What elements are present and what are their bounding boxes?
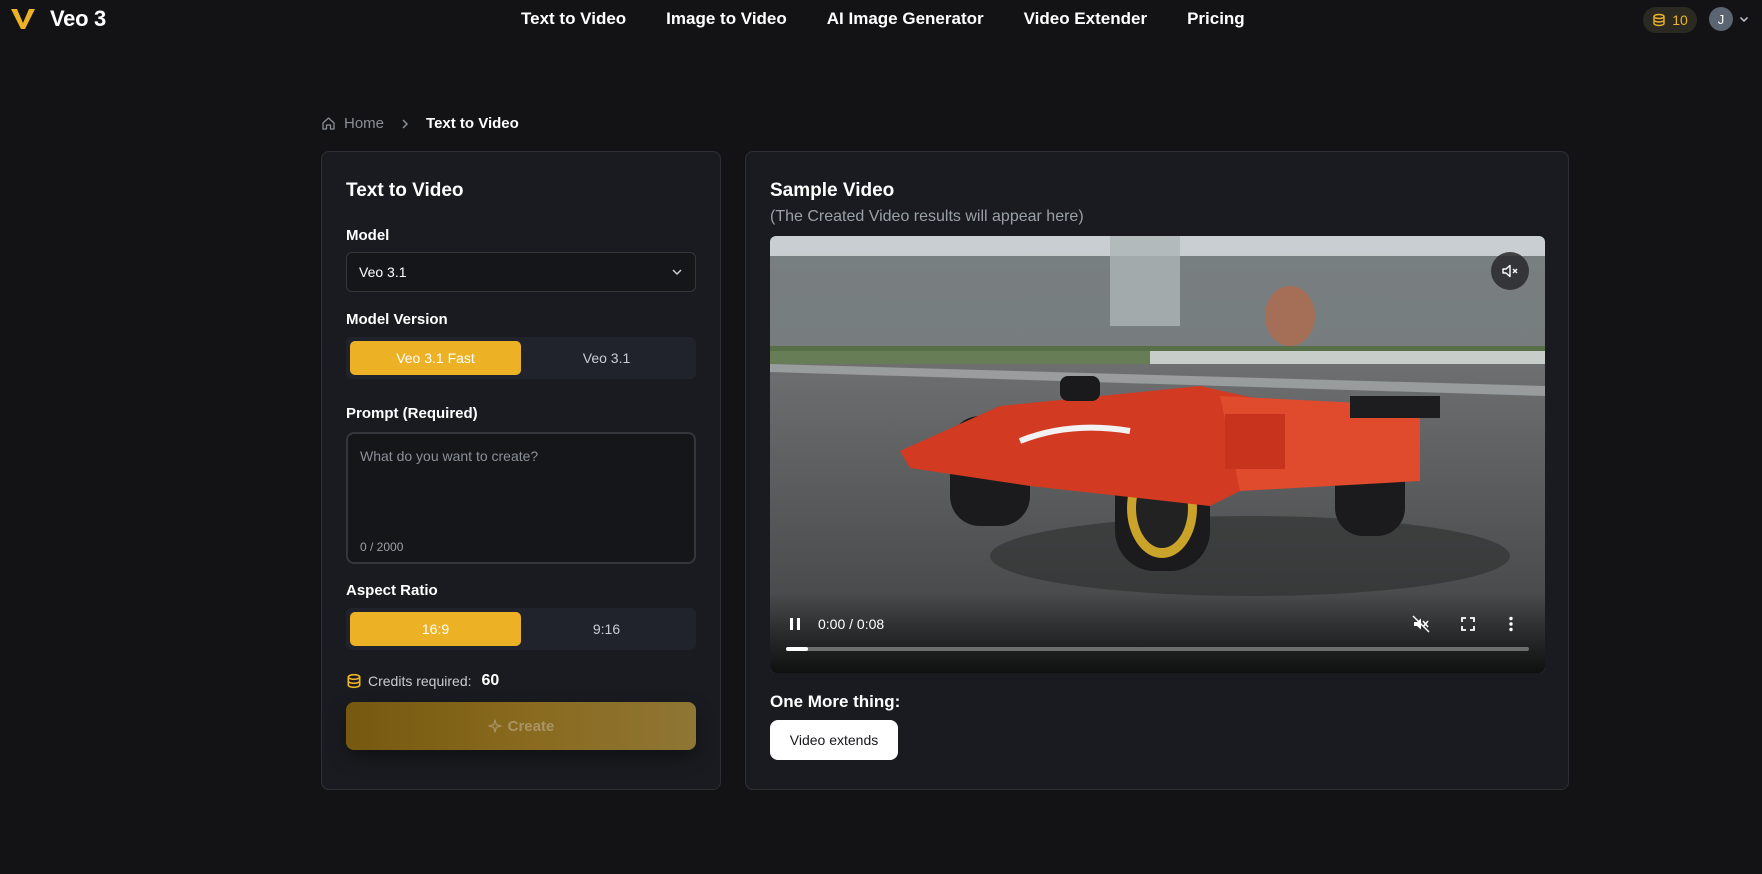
- sparkles-icon: [488, 719, 502, 733]
- sample-title: Sample Video: [770, 180, 895, 201]
- aspect-ratio-toggle: 16:9 9:16: [346, 608, 696, 650]
- video-progress-bar[interactable]: [786, 647, 1529, 651]
- logo[interactable]: Veo 3: [10, 6, 106, 32]
- video-time: 0:00 / 0:08: [818, 616, 885, 632]
- account-menu[interactable]: J: [1709, 7, 1749, 31]
- model-select-value: Veo 3.1: [359, 264, 407, 280]
- chevron-down-icon: [672, 269, 682, 276]
- model-version-toggle: Veo 3.1 Fast Veo 3.1: [346, 337, 696, 379]
- prompt-label: Prompt (Required): [346, 405, 478, 422]
- model-label: Model: [346, 227, 390, 244]
- video-player[interactable]: 0:00 / 0:08: [770, 236, 1545, 673]
- brand-name: Veo 3: [50, 6, 106, 31]
- breadcrumb-home[interactable]: Home: [321, 115, 384, 132]
- credits-required-label: Credits required:: [368, 673, 472, 689]
- avatar: J: [1709, 7, 1733, 31]
- volume-mute-icon: [1502, 264, 1518, 278]
- aspect-ratio-label: Aspect Ratio: [346, 582, 438, 599]
- main-nav: Text to Video Image to Video AI Image Ge…: [521, 9, 1245, 29]
- nav-video-extender[interactable]: Video Extender: [1024, 9, 1147, 29]
- generator-form-panel: Text to Video Model Veo 3.1 Model Versio…: [321, 151, 721, 790]
- sample-video-panel: Sample Video (The Created Video results …: [745, 151, 1569, 790]
- create-button[interactable]: Create: [346, 702, 696, 750]
- pause-icon[interactable]: [788, 616, 802, 632]
- sample-subtitle: (The Created Video results will appear h…: [770, 208, 1084, 225]
- version-veo-3-1[interactable]: Veo 3.1: [521, 341, 692, 375]
- mute-toggle-button[interactable]: [1491, 252, 1529, 290]
- aspect-9-16[interactable]: 9:16: [521, 612, 692, 646]
- credits-balance[interactable]: 10: [1643, 7, 1697, 33]
- video-progress-fill: [786, 647, 809, 651]
- aspect-16-9[interactable]: 16:9: [350, 612, 521, 646]
- one-more-thing-title: One More thing:: [770, 692, 901, 711]
- model-version-label: Model Version: [346, 311, 448, 328]
- fullscreen-icon[interactable]: [1460, 616, 1476, 632]
- model-select[interactable]: Veo 3.1: [346, 252, 696, 292]
- credits-balance-value: 10: [1672, 12, 1688, 28]
- form-title: Text to Video: [346, 180, 464, 201]
- chevron-down-icon: [1739, 16, 1749, 23]
- nav-image-to-video[interactable]: Image to Video: [666, 9, 787, 29]
- coins-icon: [347, 673, 361, 689]
- nav-text-to-video[interactable]: Text to Video: [521, 9, 626, 29]
- top-header: Veo 3 Text to Video Image to Video AI Im…: [0, 0, 1762, 40]
- video-extends-button[interactable]: Video extends: [770, 720, 898, 760]
- prompt-box: 0 / 2000: [346, 432, 696, 564]
- create-button-label: Create: [507, 717, 555, 735]
- credits-required-value: 60: [481, 672, 500, 689]
- prompt-input[interactable]: [360, 448, 682, 528]
- prompt-char-counter: 0 / 2000: [360, 540, 404, 554]
- nav-pricing[interactable]: Pricing: [1187, 9, 1245, 29]
- volume-mute-icon[interactable]: [1412, 615, 1430, 633]
- more-options-icon[interactable]: [1508, 616, 1514, 632]
- controls-overlay: [770, 593, 1545, 673]
- breadcrumb-current: Text to Video: [426, 115, 519, 132]
- breadcrumb-home-label: Home: [344, 115, 385, 132]
- credits-required: Credits required: 60: [346, 672, 499, 690]
- coins-icon: [1653, 13, 1665, 27]
- veo-logo-icon: [11, 9, 35, 29]
- chevron-right-icon: [402, 118, 409, 129]
- nav-ai-image-generator[interactable]: AI Image Generator: [827, 9, 984, 29]
- home-icon: [322, 117, 335, 130]
- breadcrumb: Home Text to Video: [321, 115, 519, 132]
- version-veo-3-1-fast[interactable]: Veo 3.1 Fast: [350, 341, 521, 375]
